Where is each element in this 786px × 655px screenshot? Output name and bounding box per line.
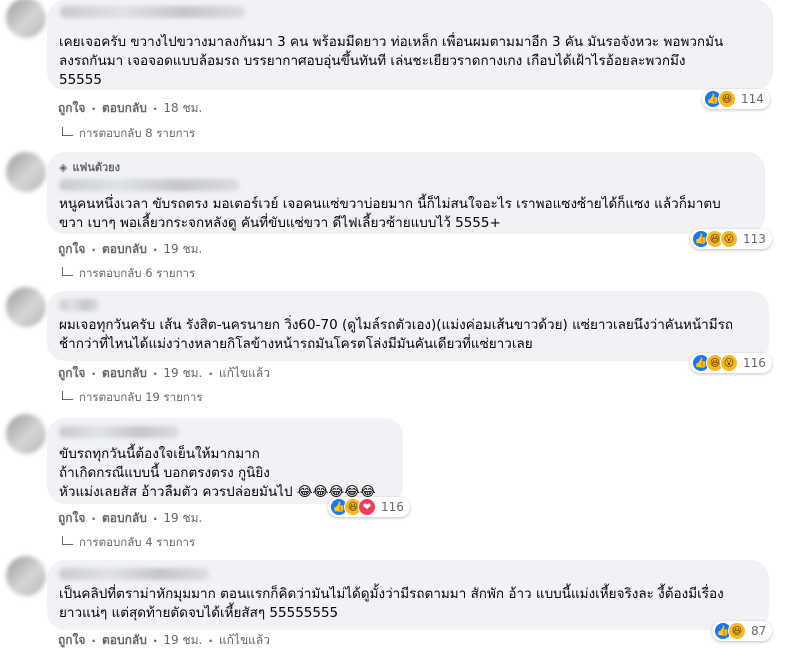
author-name[interactable]: [59, 568, 209, 580]
timestamp[interactable]: 19 ชม.: [163, 509, 202, 528]
comment-actions: ถูกใจ · ตอบกลับ · 19 ชม.: [58, 509, 202, 528]
like-button[interactable]: ถูกใจ: [58, 631, 85, 650]
view-replies-label[interactable]: การตอบกลับ 4 รายการ: [79, 534, 195, 552]
wow-icon: 😮: [720, 354, 738, 372]
haha-icon: 😆: [718, 90, 736, 108]
view-replies[interactable]: การตอบกลับ 4 รายการ: [62, 534, 195, 552]
top-fan-badge: ◈ แฟนตัวยง: [59, 158, 753, 176]
badge-label: แฟนตัวยง: [72, 161, 121, 174]
timestamp[interactable]: 19 ชม.: [163, 240, 202, 259]
reaction-summary[interactable]: 👍 😆 87: [712, 621, 773, 641]
reply-arrow-icon: [62, 535, 73, 545]
view-replies-label[interactable]: การตอบกลับ 19 รายการ: [79, 389, 203, 407]
reply-button[interactable]: ตอบกลับ: [102, 99, 147, 118]
avatar[interactable]: [6, 556, 46, 596]
comment-text: ผมเจอทุกวันครับ เส้น รังสิต-นครนายก วิ่ง…: [59, 317, 734, 352]
reply-button[interactable]: ตอบกลับ: [102, 509, 147, 528]
author-name[interactable]: [59, 426, 179, 438]
reply-arrow-icon: [62, 126, 73, 136]
love-icon: ❤: [358, 498, 376, 516]
reaction-count: 113: [743, 232, 766, 246]
reply-arrow-icon: [62, 390, 73, 400]
comment-text: เคยเจอครับ ขวางไปขวางมาลงกันมา 3 คน พร้อ…: [59, 34, 724, 88]
comment-actions: ถูกใจ · ตอบกลับ · 18 ชม.: [58, 99, 202, 118]
author-name[interactable]: [60, 6, 245, 18]
wow-icon: 😮: [720, 230, 738, 248]
reaction-summary[interactable]: 👍 😆 114: [702, 89, 770, 109]
reply-button[interactable]: ตอบกลับ: [102, 364, 147, 383]
avatar[interactable]: [6, 414, 46, 454]
author-name[interactable]: [59, 299, 99, 311]
comment-bubble: ผมเจอทุกวันครับ เส้น รังสิต-นครนายก วิ่ง…: [47, 291, 769, 361]
edited-label[interactable]: แก้ไขแล้ว: [219, 631, 270, 650]
author-name[interactable]: [59, 179, 239, 191]
like-button[interactable]: ถูกใจ: [58, 240, 85, 259]
reply-button[interactable]: ตอบกลับ: [102, 631, 147, 650]
avatar[interactable]: [6, 287, 46, 327]
reaction-count: 116: [743, 356, 766, 370]
haha-icon: 😆: [728, 622, 746, 640]
comment-actions: ถูกใจ · ตอบกลับ · 19 ชม.: [58, 240, 202, 259]
reply-arrow-icon: [62, 266, 73, 276]
reaction-summary[interactable]: 👍 😆 😮 116: [690, 353, 772, 373]
view-replies-label[interactable]: การตอบกลับ 6 รายการ: [79, 265, 195, 283]
comment-actions: ถูกใจ · ตอบกลับ · 19 ชม. · แก้ไขแล้ว: [58, 631, 270, 650]
like-button[interactable]: ถูกใจ: [58, 99, 85, 118]
comment-text: เป็นคลิปที่ตราม่าหักมุมมาก ตอนแรกก็คิดว่…: [59, 586, 724, 621]
timestamp[interactable]: 18 ชม.: [163, 99, 202, 118]
reaction-count: 116: [381, 500, 404, 514]
view-replies-label[interactable]: การตอบกลับ 8 รายการ: [79, 125, 195, 143]
view-replies[interactable]: การตอบกลับ 19 รายการ: [62, 389, 203, 407]
reaction-count: 114: [741, 92, 764, 106]
comment-bubble: เป็นคลิปที่ตราม่าหักมุมมาก ตอนแรกก็คิดว่…: [47, 560, 769, 630]
avatar[interactable]: [6, 152, 46, 192]
reaction-summary[interactable]: 👍 😆 ❤ 116: [328, 497, 410, 517]
gem-icon: ◈: [59, 160, 68, 174]
timestamp[interactable]: 19 ชม.: [163, 631, 202, 650]
like-button[interactable]: ถูกใจ: [58, 364, 85, 383]
view-replies[interactable]: การตอบกลับ 8 รายการ: [62, 125, 195, 143]
comment-bubble: ขับรถทุกวันนี้ต้องใจเย็นให้มากมาก ถ้าเกิ…: [47, 418, 403, 504]
comment-bubble: ◈ แฟนตัวยง หนูคนหนึ่งเวลา ขับรถตรง มอเตอ…: [47, 152, 765, 234]
reply-button[interactable]: ตอบกลับ: [102, 240, 147, 259]
reaction-count: 87: [751, 624, 767, 638]
reaction-summary[interactable]: 👍 😆 😮 113: [690, 229, 772, 249]
like-button[interactable]: ถูกใจ: [58, 509, 85, 528]
comment-text: หนูคนหนึ่งเวลา ขับรถตรง มอเตอร์เวย์ เจอค…: [59, 196, 721, 231]
view-replies[interactable]: การตอบกลับ 6 รายการ: [62, 265, 195, 283]
timestamp[interactable]: 19 ชม.: [163, 364, 202, 383]
edited-label[interactable]: แก้ไขแล้ว: [219, 364, 270, 383]
comment-actions: ถูกใจ · ตอบกลับ · 19 ชม. · แก้ไขแล้ว: [58, 364, 270, 383]
comment-text: ขับรถทุกวันนี้ต้องใจเย็นให้มากมาก ถ้าเกิ…: [59, 446, 376, 500]
avatar[interactable]: [6, 0, 46, 38]
